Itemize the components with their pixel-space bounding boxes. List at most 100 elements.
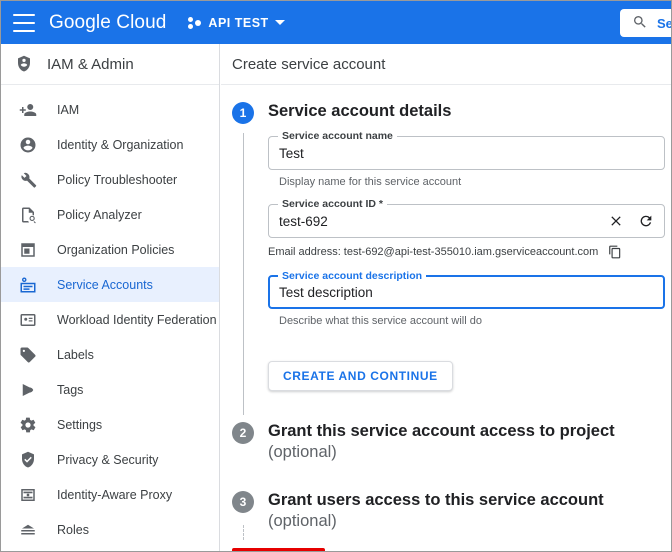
sidebar-item-settings[interactable]: Settings [1, 407, 219, 442]
create-and-continue-button[interactable]: CREATE AND CONTINUE [268, 361, 453, 391]
service-account-id-field: Service account ID * test-692 [268, 204, 665, 238]
sidebar-item-label: Organization Policies [57, 243, 174, 257]
sidebar-item-label: Identity & Organization [57, 138, 183, 152]
sidebar-item-label: Settings [57, 418, 102, 432]
red-highlight-box [232, 548, 325, 552]
wizard-step-1: 1 Service account details [221, 101, 672, 124]
tag-arrow-icon [19, 381, 37, 399]
chevron-down-icon [275, 20, 285, 25]
sidebar-item-identity-aware-proxy[interactable]: Identity-Aware Proxy [1, 477, 219, 512]
service-account-description-helper: Describe what this service account will … [279, 315, 665, 327]
sidebar-item-organization-policies[interactable]: Organization Policies [1, 232, 219, 267]
step-1-title: Service account details [268, 101, 451, 122]
sidebar-item-label: Policy Analyzer [57, 208, 142, 222]
service-account-id-label: Service account ID * [278, 198, 387, 210]
sidebar-item-workload-identity-federation[interactable]: Workload Identity Federation [1, 302, 219, 337]
shield-person-icon [15, 55, 33, 73]
sidebar-item-label: Tags [57, 383, 83, 397]
step-3-title: Grant users access to this service accou… [268, 490, 672, 532]
copy-icon[interactable] [608, 245, 622, 259]
sidebar: IAM & Admin IAM Identity & Organization [1, 44, 220, 552]
service-account-description-input[interactable]: Service account description Test descrip… [268, 275, 665, 309]
sidebar-item-privacy-security[interactable]: Privacy & Security [1, 442, 219, 477]
step-1-badge: 1 [232, 102, 254, 124]
wizard-step-2[interactable]: 2 Grant this service account access to p… [221, 421, 672, 463]
sidebar-item-identity-organization[interactable]: Identity & Organization [1, 127, 219, 162]
service-account-description-field: Service account description Test descrip… [268, 275, 665, 309]
main-content: Create service account 1 Service account… [221, 44, 672, 552]
sidebar-item-label: Labels [57, 348, 94, 362]
sidebar-item-audit-logs[interactable]: Audit Logs [1, 547, 219, 552]
content-header: Create service account [221, 44, 672, 85]
account-circle-icon [19, 136, 37, 154]
sidebar-item-policy-analyzer[interactable]: Policy Analyzer [1, 197, 219, 232]
sidebar-item-label: IAM [57, 103, 79, 117]
service-account-email-text: Email address: test-692@api-test-355010.… [268, 246, 598, 258]
label-tag-icon [19, 346, 37, 364]
sidebar-item-label: Identity-Aware Proxy [57, 488, 172, 502]
page-title: Create service account [232, 56, 385, 73]
proxy-grid-icon [19, 486, 37, 504]
refresh-icon[interactable] [638, 213, 654, 229]
sidebar-item-label: Roles [57, 523, 89, 537]
project-name-label: API TEST [208, 16, 268, 30]
step-2-badge: 2 [232, 422, 254, 444]
sidebar-item-label: Service Accounts [57, 278, 153, 292]
step-connector-line [243, 133, 244, 415]
done-button-highlight-wrapper: DONE [232, 548, 325, 552]
sidebar-item-roles[interactable]: Roles [1, 512, 219, 547]
search-input[interactable]: Se [620, 9, 672, 37]
step-2-optional-label: (optional) [268, 443, 337, 461]
search-icon [632, 14, 650, 32]
service-account-id-actions [608, 213, 654, 229]
step-3-badge: 3 [232, 491, 254, 513]
window-policy-icon [19, 241, 37, 259]
sidebar-item-tags[interactable]: Tags [1, 372, 219, 407]
google-cloud-logo[interactable]: Google Cloud [49, 12, 166, 34]
sidebar-item-service-accounts[interactable]: Service Accounts [1, 267, 219, 302]
sidebar-header-title: IAM & Admin [47, 56, 134, 73]
service-account-name-label: Service account name [278, 130, 397, 142]
service-account-description-value: Test description [279, 285, 654, 300]
service-account-name-helper: Display name for this service account [279, 176, 665, 188]
key-card-icon [19, 276, 37, 294]
service-account-name-field: Service account name Test [268, 136, 665, 170]
gear-icon [19, 416, 37, 434]
document-search-icon [19, 206, 37, 224]
sidebar-item-label: Policy Troubleshooter [57, 173, 177, 187]
create-service-account-wizard: 1 Service account details Service accoun… [221, 85, 672, 552]
shield-check-icon [19, 451, 37, 469]
close-icon[interactable] [608, 213, 624, 229]
service-account-description-label: Service account description [278, 270, 426, 282]
wizard-footer: DONE CANCEL [221, 548, 672, 552]
sidebar-header: IAM & Admin [1, 44, 219, 85]
person-add-icon [19, 101, 37, 119]
service-account-id-value: test-692 [279, 214, 608, 229]
wizard-step-3[interactable]: 3 Grant users access to this service acc… [221, 490, 672, 532]
sidebar-item-policy-troubleshooter[interactable]: Policy Troubleshooter [1, 162, 219, 197]
step-2-title-text: Grant this service account access to pro… [268, 422, 615, 440]
service-account-name-value: Test [279, 146, 654, 161]
service-account-email-row: Email address: test-692@api-test-355010.… [268, 245, 665, 259]
service-account-name-input[interactable]: Service account name Test [268, 136, 665, 170]
sidebar-item-list: IAM Identity & Organization Policy Troub… [1, 85, 219, 552]
id-card-icon [19, 311, 37, 329]
app-window: Google Cloud API TEST Se IAM & Admin [0, 0, 672, 552]
top-app-bar: Google Cloud API TEST Se [1, 1, 672, 44]
project-dots-icon [188, 16, 202, 30]
sidebar-item-label: Privacy & Security [57, 453, 158, 467]
search-text: Se [657, 16, 672, 31]
step-3-title-text: Grant users access to this service accou… [268, 491, 604, 509]
project-selector[interactable]: API TEST [184, 13, 288, 33]
service-account-id-input[interactable]: Service account ID * test-692 [268, 204, 665, 238]
logo-cloud-text: Cloud [116, 12, 166, 33]
sidebar-item-label: Workload Identity Federation [57, 313, 217, 327]
step-1-body: Service account name Test Display name f… [268, 136, 672, 391]
hamburger-menu-icon[interactable] [13, 14, 35, 32]
sidebar-item-iam[interactable]: IAM [1, 92, 219, 127]
step-3-optional-label: (optional) [268, 512, 337, 530]
step-connector-dashed [243, 525, 244, 540]
sidebar-item-labels[interactable]: Labels [1, 337, 219, 372]
logo-google-text: Google [49, 12, 111, 33]
step-2-title: Grant this service account access to pro… [268, 421, 615, 463]
